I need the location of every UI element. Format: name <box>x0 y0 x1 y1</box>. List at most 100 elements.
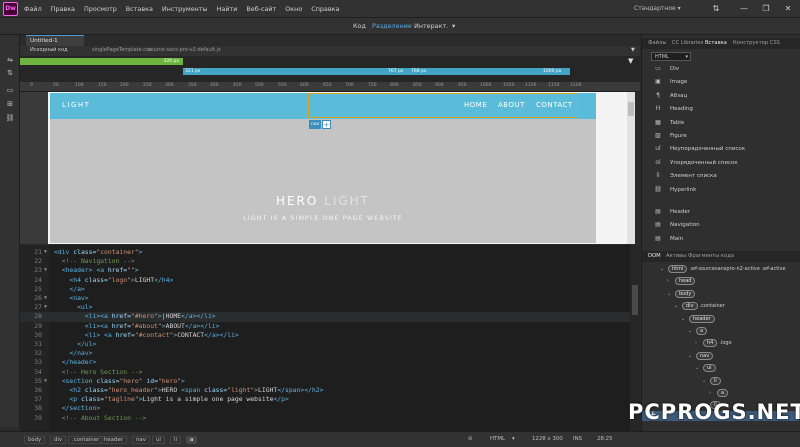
code-line[interactable]: 21 ▼ <div class="container"> <box>20 248 640 257</box>
tab-files[interactable]: Файлы <box>648 40 666 46</box>
insert-item[interactable]: ▤ Main <box>642 234 792 247</box>
sync-icon[interactable]: ⇅ <box>710 3 722 15</box>
code-line[interactable]: 27 ▼ <ul> <box>20 303 640 312</box>
filter-icon[interactable]: ▼ <box>631 47 635 53</box>
code-line[interactable]: 30 <li> <a href="#contact">CONTACT</a></… <box>20 331 640 340</box>
code-text[interactable]: <nav> <box>54 294 88 303</box>
add-media-query-icon[interactable]: ▼ <box>628 57 638 67</box>
code-line[interactable]: 36 <h2 class="hero_header">HERO <span cl… <box>20 386 640 395</box>
related-file-source[interactable]: Исходный код <box>30 47 68 53</box>
code-view-button[interactable]: Код <box>353 22 366 30</box>
code-line[interactable]: 26 ▼ <nav> <box>20 294 640 303</box>
insert-item[interactable]: ▭ Div <box>642 64 792 77</box>
insert-item[interactable]: H Heading <box>642 104 792 117</box>
insert-item[interactable]: li Элемент списка <box>642 171 792 184</box>
expand-arrow-icon[interactable]: › <box>709 389 717 398</box>
code-text[interactable]: <section class="hero" id="hero"> <box>54 377 185 386</box>
code-line[interactable]: 39 <!-- About Section --> <box>20 414 640 423</box>
expand-arrow-icon[interactable]: ⌄ <box>660 265 668 274</box>
code-line[interactable]: 38 </section> <box>20 404 640 413</box>
dom-node[interactable]: ⌄ a <box>688 327 708 336</box>
code-text[interactable]: <li><a href="#hero">|HOME</a></li> <box>54 312 216 321</box>
code-text[interactable]: <!-- About Section --> <box>54 414 147 423</box>
code-text[interactable]: <li> <a href="#contact">CONTACT</a></li> <box>54 331 239 340</box>
insert-item[interactable]: ▤ Navigation <box>642 220 792 233</box>
expand-arrow-icon[interactable]: ⌄ <box>674 302 682 311</box>
dom-tag[interactable]: ul <box>703 364 716 373</box>
code-text[interactable]: </a> <box>54 285 84 294</box>
language-select[interactable]: HTML <box>490 436 505 442</box>
breadcrumb-a[interactable]: a <box>186 436 198 444</box>
dom-node[interactable]: › h4 .logo <box>695 339 732 348</box>
dom-tag[interactable]: body <box>675 289 696 298</box>
expand-arrow-icon[interactable]: ⌄ <box>688 352 696 361</box>
fold-arrow-icon[interactable]: ▼ <box>44 303 47 312</box>
code-line[interactable]: 22 <!-- Navigation --> <box>20 257 640 266</box>
insert-item[interactable]: ¶ Абзац <box>642 91 792 104</box>
code-line[interactable]: 37 <p class="tagline">Light is a simple … <box>20 395 640 404</box>
menu-view[interactable]: Просмотр <box>84 5 117 13</box>
code-text[interactable]: <h2 class="hero_header">HERO <span class… <box>54 386 323 395</box>
code-line[interactable]: 34 <!-- Hero Section --> <box>20 368 640 377</box>
code-text[interactable]: </section> <box>54 404 100 413</box>
expand-arrow-icon[interactable]: › <box>695 339 703 348</box>
insert-item[interactable]: ul Неупорядоченный список <box>642 144 792 157</box>
dom-node[interactable]: ⌄ body <box>667 289 696 299</box>
page-preview[interactable]: LIGHT HOME ABOUT CONTACT HERO LIGHT LIGH… <box>50 93 596 243</box>
menu-window[interactable]: Окно <box>285 5 302 13</box>
code-line[interactable]: 28 <li><a href="#hero">|HOME</a></li> <box>20 312 640 322</box>
site-header[interactable]: LIGHT HOME ABOUT CONTACT <box>50 93 596 119</box>
dom-tag[interactable]: header <box>689 314 715 323</box>
insert-item[interactable]: ▤ Header <box>642 207 792 220</box>
tab-css-designer[interactable]: Конструктор CSS <box>733 40 780 46</box>
menu-tools[interactable]: Инструменты <box>162 5 208 13</box>
code-editor[interactable]: 21 ▼ <div class="container"> 22 <!-- Naviga… <box>20 245 640 431</box>
split-view-button[interactable]: Разделение <box>372 22 412 30</box>
add-element-button[interactable]: + <box>322 120 331 129</box>
media-query-range[interactable]: 321 px 767 px 768 px 1000 px <box>183 68 570 75</box>
media-query-max-320[interactable]: 320 px <box>20 58 183 65</box>
expand-arrow-icon[interactable]: ⌄ <box>702 377 710 386</box>
element-badge[interactable]: nav <box>309 120 322 129</box>
insert-item[interactable]: ▣ Image <box>642 77 792 90</box>
expand-arrow-icon[interactable]: ⌄ <box>667 290 675 299</box>
design-scrollbar[interactable] <box>627 92 635 244</box>
dom-node[interactable]: ⌄ li <box>702 376 721 386</box>
insert-item[interactable]: ▨ Figure <box>642 131 792 144</box>
grid-icon[interactable]: ⊞ <box>5 99 15 109</box>
menu-file[interactable]: Файл <box>24 5 42 13</box>
code-text[interactable]: <!-- Navigation --> <box>54 257 135 266</box>
dom-node[interactable]: ⌄ header <box>681 314 715 324</box>
file-management-icon[interactable]: ⇅ <box>5 68 15 78</box>
breadcrumb-nav[interactable]: nav <box>132 436 150 444</box>
menu-find[interactable]: Найти <box>217 5 238 13</box>
close-button[interactable]: ✕ <box>782 3 794 15</box>
fold-arrow-icon[interactable]: ▼ <box>44 377 47 386</box>
dom-tag[interactable]: nav <box>696 351 714 360</box>
nav-about-link[interactable]: ABOUT <box>498 101 525 109</box>
code-text[interactable]: <li><a href="#about">ABOUT</a></li> <box>54 322 220 331</box>
related-file-js[interactable]: source-sans-pro-v2-default.js <box>148 47 221 53</box>
tab-snippets[interactable]: Фрагменты кода <box>688 253 734 259</box>
code-line[interactable]: 31 </ul> <box>20 340 640 349</box>
insert-item[interactable]: ⛓ Hyperlink <box>642 185 792 198</box>
code-text[interactable]: <!-- Hero Section --> <box>54 368 143 377</box>
error-icon[interactable]: ⊘ <box>468 436 473 442</box>
tab-untitled-1[interactable]: Untitled-1 <box>26 35 84 46</box>
code-text[interactable]: </ul> <box>54 340 96 349</box>
chevron-down-icon[interactable]: ▾ <box>452 22 455 30</box>
code-text[interactable]: <p class="tagline">Light is a simple one… <box>54 395 288 404</box>
dom-tag[interactable]: html <box>668 265 688 273</box>
breadcrumb-ul[interactable]: ul <box>152 436 165 444</box>
fold-arrow-icon[interactable]: ▼ <box>44 294 47 303</box>
dom-node[interactable]: ⌄ ul <box>695 364 716 373</box>
code-line[interactable]: 32 </nav> <box>20 349 640 358</box>
code-text[interactable]: <header> <a href=""> <box>54 266 139 275</box>
dom-tag[interactable]: head <box>675 277 696 286</box>
dom-tag[interactable]: a <box>717 389 729 397</box>
insert-item[interactable]: ▦ Table <box>642 118 792 131</box>
tab-cc-libraries[interactable]: CC Libraries <box>672 40 703 46</box>
dom-node[interactable]: ⌄ nav <box>688 351 714 361</box>
fold-arrow-icon[interactable]: ▼ <box>44 266 47 275</box>
code-line[interactable]: 23 ▼ <header> <a href=""> <box>20 266 640 275</box>
